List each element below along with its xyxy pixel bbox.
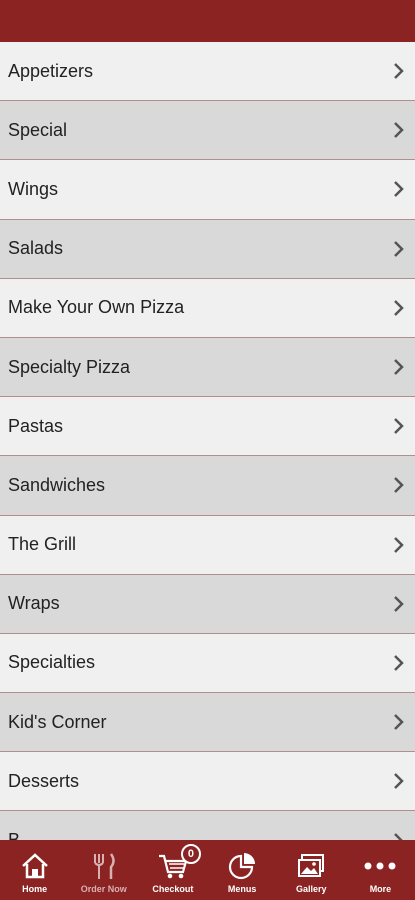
menu-item-label: Specialties	[8, 652, 96, 673]
fork-knife-icon	[89, 850, 119, 882]
nav-more[interactable]: More	[346, 840, 415, 900]
menu-item-make-your-own-pizza[interactable]: Make Your Own Pizza	[0, 278, 415, 338]
menu-item-label: Desserts	[8, 770, 80, 791]
gallery-icon	[296, 850, 326, 882]
nav-more-label: More	[369, 884, 392, 894]
nav-order-now-label: Order Now	[80, 884, 127, 894]
menu-item-label: Wings	[8, 178, 59, 199]
nav-gallery-label: Gallery	[296, 884, 327, 894]
pie-chart-icon	[227, 850, 257, 882]
menu-item-label: Wraps	[8, 593, 60, 614]
nav-checkout[interactable]: 0 Checkout	[138, 840, 207, 900]
menu-item-pastas[interactable]: Pastas	[0, 397, 415, 457]
chevron-right-icon	[393, 358, 405, 376]
top-bar	[0, 0, 415, 42]
chevron-right-icon	[393, 595, 405, 613]
menu-item-label: B...	[8, 830, 35, 840]
home-icon	[20, 850, 50, 882]
menu-item-salads[interactable]: Salads	[0, 219, 415, 279]
bottom-navigation: Home Order Now 0 Checkout Menus Gallery …	[0, 840, 415, 900]
nav-checkout-label: Checkout	[152, 884, 194, 894]
menu-item-label: Pastas	[8, 415, 64, 436]
nav-gallery[interactable]: Gallery	[277, 840, 346, 900]
cart-count-badge: 0	[180, 844, 201, 864]
nav-home[interactable]: Home	[0, 840, 69, 900]
chevron-right-icon	[393, 476, 405, 494]
menu-category-list: Appetizers Special Wings Salads Make You…	[0, 42, 415, 840]
more-dots-icon	[363, 850, 397, 882]
menu-item-specialty-pizza[interactable]: Specialty Pizza	[0, 337, 415, 398]
menu-item-label: Make Your Own Pizza	[8, 297, 185, 318]
chevron-right-icon	[393, 299, 405, 317]
nav-home-label: Home	[22, 884, 48, 894]
chevron-right-icon	[393, 832, 405, 840]
menu-item-label: Sandwiches	[8, 474, 106, 495]
chevron-right-icon	[393, 121, 405, 139]
chevron-right-icon	[393, 240, 405, 258]
chevron-right-icon	[393, 772, 405, 790]
menu-item-desserts[interactable]: Desserts	[0, 752, 415, 812]
chevron-right-icon	[393, 180, 405, 198]
menu-item-label: Salads	[8, 238, 64, 259]
menu-item-label: Kid's Corner	[8, 711, 107, 732]
menu-item-kids-corner[interactable]: Kid's Corner	[0, 693, 415, 753]
menu-item-appetizers[interactable]: Appetizers	[0, 42, 415, 102]
menu-item-label: Appetizers	[8, 60, 94, 81]
nav-menus-label: Menus	[227, 884, 257, 894]
menu-item-label: The Grill	[8, 534, 77, 555]
nav-menus[interactable]: Menus	[208, 840, 277, 900]
chevron-right-icon	[393, 654, 405, 672]
menu-item-the-grill[interactable]: The Grill	[0, 515, 415, 575]
menu-item-special[interactable]: Special	[0, 101, 415, 161]
chevron-right-icon	[393, 536, 405, 554]
chevron-right-icon	[393, 417, 405, 435]
menu-item-wings[interactable]: Wings	[0, 160, 415, 220]
menu-item-sandwiches[interactable]: Sandwiches	[0, 456, 415, 516]
chevron-right-icon	[393, 62, 405, 80]
chevron-right-icon	[393, 713, 405, 731]
menu-item-partial[interactable]: B...	[0, 811, 415, 840]
menu-item-label: Specialty Pizza	[8, 356, 131, 377]
menu-item-specialties[interactable]: Specialties	[0, 633, 415, 694]
menu-item-label: Special	[8, 119, 68, 140]
menu-item-wraps[interactable]: Wraps	[0, 574, 415, 634]
nav-order-now[interactable]: Order Now	[69, 840, 138, 900]
